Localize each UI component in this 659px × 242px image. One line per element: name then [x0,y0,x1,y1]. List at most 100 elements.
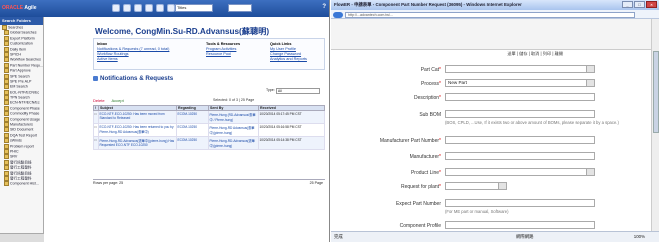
menu-cancel[interactable]: 取消 [531,51,539,56]
row-subject[interactable]: Pierre-Hung-RD-Advansus(張華中)(pierre-hung… [98,136,177,150]
field-process: Process* New Part [331,79,651,91]
section-title: Notifications & Requests [93,75,173,82]
notifications-table: ! Subject Regarding Sent By Received □ E… [93,105,325,150]
home-icon[interactable] [134,4,142,12]
part-cat-select[interactable] [445,65,595,73]
form-menu: 送單 | 儲存 | 取消 | 列印 | 離開 [331,51,651,58]
row-sent-by[interactable]: Pierre-Hung (RD-Advansus/張華中 / Pierre-hu… [208,110,259,124]
tools-icon[interactable] [156,4,164,12]
quick-links-heading: Quick Links [270,42,292,46]
table-row[interactable]: □ ECO-NTF-ECO-10250: Has been returned t… [93,123,325,137]
row-received: 10/20/2014 05:16:58 PM CST [258,123,325,137]
close-button[interactable]: × [646,1,657,8]
row-sent-by[interactable]: Pierre-Hung-RD-Advansus(張華中)(pierre-hung… [208,136,259,150]
search-icon[interactable] [167,4,175,12]
status-text: 完成 [334,234,343,239]
row-regarding[interactable]: ECOM-10250 [176,123,209,137]
sidebar-item[interactable]: Component Hist... [0,181,43,186]
bottom-pager[interactable]: 25 Page [310,181,323,185]
field-sub-bom: Sub BOM (BOS, CPLD, ...Use, If it exists… [331,110,651,128]
scrollbar-thumb[interactable] [653,51,659,133]
back-icon[interactable] [112,4,120,12]
expect-pn-hint: (For ME part or manual, Software) [445,209,509,214]
process-select[interactable]: New Part [445,79,595,87]
table-row[interactable]: □ ECO-NTF-ECO-10250: Has been moved from… [93,110,325,124]
table-row[interactable]: □ Pierre-Hung-RD-Advansus(張華中)(pierre-hu… [93,136,325,150]
resource-pool-link[interactable]: Resource Pool [206,52,240,57]
menu-print[interactable]: 列印 [543,51,551,56]
request-plant-select[interactable] [445,182,507,190]
section-title-text: Notifications & Requests [100,75,174,82]
row-subject[interactable]: ECO-NTF-ECO-10250: Has been returned to … [98,123,177,137]
zoom-level[interactable]: 100% [634,234,645,239]
form-header-area [331,19,651,50]
maximize-button[interactable]: □ [634,1,645,8]
row-sent-by[interactable]: Pierre-Hung-RD Advansus(張華中)(pierre-hung… [208,123,259,137]
field-label: Process* [420,81,441,87]
field-label: Request for plant* [400,184,441,190]
row-subject[interactable]: ECO-NTF-ECO-10250: Has been moved from S… [98,110,177,124]
search-scope-select[interactable]: Titles [175,4,213,12]
field-product-line: Product Line* [331,168,651,180]
description-input[interactable] [445,93,595,101]
address-bar: http://...advantech.com.tw/... [331,10,659,19]
sidebar-title: Search Folders [0,17,43,25]
vertical-scrollbar[interactable] [651,19,659,231]
security-zone: 網際網路 [516,234,534,239]
mpn-input[interactable] [445,136,595,144]
window-controls: _ □ × [622,1,657,8]
ie-window: FlowER - 申請表單 - Component Part Number Re… [331,0,659,242]
row-regarding[interactable]: ECOM-10250 [176,110,209,124]
type-filter: Type: All [265,88,320,94]
field-manufacturer: Manufacturer* [331,152,651,164]
expect-pn-input[interactable] [445,199,595,207]
url-field[interactable]: http://...advantech.com.tw/... [345,11,635,18]
product-line-select[interactable] [445,168,595,176]
field-description: Description* [331,93,651,105]
field-label: Expect Part Number [395,201,441,207]
field-expect-pn: Expect Part Number (For ME part or manua… [331,199,651,217]
create-icon[interactable] [145,4,153,12]
inbox-heading: Inbox [97,42,108,46]
tools-heading: Tools & Resources [206,42,241,46]
field-label: Part Cat* [420,67,441,73]
analytics-reports-link[interactable]: Analytics and Reports [270,57,307,62]
field-request-plant: Request for plant* [331,182,651,194]
menu-exit[interactable]: 離開 [555,51,563,56]
window-title: FlowER - 申請表單 - Component Part Number Re… [334,2,522,7]
help-icon[interactable]: ? [322,4,326,10]
status-bar: 完成 網際網路 100% [331,231,659,242]
active-items-link[interactable]: Active Items [97,57,169,62]
delete-button[interactable]: Delete [93,98,105,103]
sidebar-footer [0,233,44,242]
action-bar: Delete Accept [93,98,130,103]
back-forward-icon[interactable] [333,11,343,18]
field-label: Manufacturer* [409,154,441,160]
accept-button[interactable]: Accept [111,98,123,103]
field-label: Component Profile [399,223,441,229]
sidebar-items: Searches Global Searches Export Platform Cu… [0,25,43,187]
menu-save[interactable]: 儲存 [519,51,527,56]
forward-icon[interactable] [123,4,131,12]
component-profile-input[interactable] [445,221,595,229]
rows-per-page[interactable]: Rows per page: 25 [93,181,123,185]
logo-suffix: Agile [24,5,37,11]
field-label: Description* [414,95,441,101]
pager: Selected: 0 of 3 | 25 Page [213,98,255,102]
manufacturer-input[interactable] [445,152,595,160]
row-regarding[interactable]: ECOM-10250 [176,136,209,150]
agile-toolbar: ORACLE Agile Titles ? [0,0,329,17]
sub-bom-input[interactable] [445,110,595,118]
welcome-heading: Welcome, CongMin.Su-RD.Advansus(蘇聰明) [95,27,270,36]
field-mpn: Manufacturer Part Number* [331,136,651,148]
form-page: 送單 | 儲存 | 取消 | 列印 | 離開 Part Cat* Process… [331,19,659,236]
main-content: Welcome, CongMin.Su-RD.Advansus(蘇聰明) Inb… [45,17,329,242]
window-title-bar: FlowER - 申請表單 - Component Part Number Re… [331,0,659,10]
minimize-button[interactable]: _ [622,1,633,8]
search-input[interactable] [228,4,252,12]
menu-submit[interactable]: 送單 [507,51,515,56]
type-select[interactable]: All [275,88,320,94]
oracle-agile-logo: ORACLE Agile [2,5,37,11]
row-received: 10/20/2014 05:14:38 PM CST [258,136,325,150]
sub-bom-hint: (BOS, CPLD, ...Use, If it exists two or … [445,120,619,125]
